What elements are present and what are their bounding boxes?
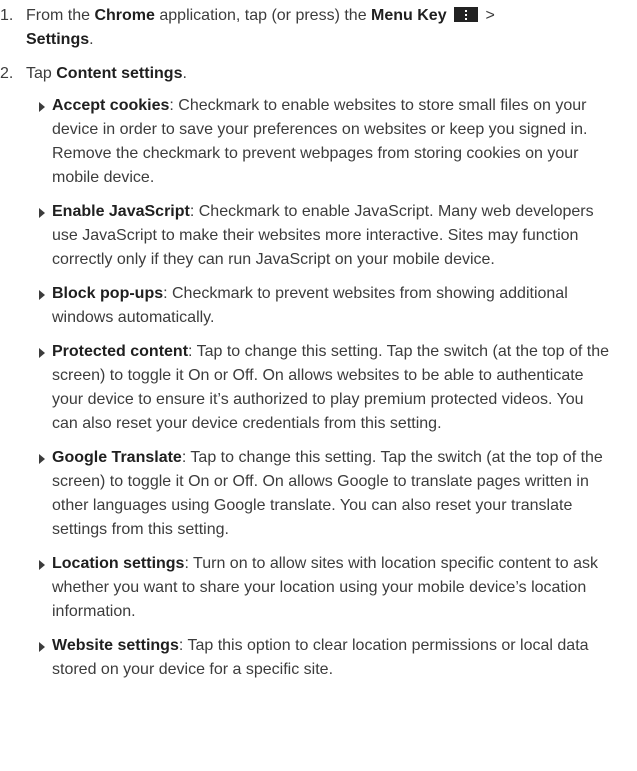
triangle-right-icon [39,454,45,464]
step-2: 2. Tap Content settings. [0,62,637,86]
triangle-right-icon [39,208,45,218]
setting-location-settings: Location settings: Turn on to allow site… [0,552,637,624]
manual-page: 1. From the Chrome application, tap (or … [0,0,637,771]
settings-list: Accept cookies: Checkmark to enable webs… [0,94,637,682]
setting-title: Location settings [52,555,185,572]
chrome-app-label: Chrome [94,7,155,24]
setting-title: Block pop-ups [52,285,164,302]
setting-title: Website settings [52,637,179,654]
setting-accept-cookies: Accept cookies: Checkmark to enable webs… [0,94,637,190]
setting-website-settings: Website settings: Tap this option to cle… [0,634,637,682]
setting-title: Google Translate [52,449,182,466]
setting-enable-javascript: Enable JavaScript: Checkmark to enable J… [0,200,637,272]
triangle-right-icon [39,102,45,112]
step-1: 1. From the Chrome application, tap (or … [0,4,637,52]
setting-protected-content: Protected content: Tap to change this se… [0,340,637,436]
setting-title: Enable JavaScript [52,203,190,220]
step-text-mid: application, tap (or press) the [154,7,372,24]
step-number: 1. [0,7,14,24]
triangle-right-icon [39,290,45,300]
content-settings-label: Content settings [56,65,183,82]
menu-key-label: Menu Key [371,7,447,24]
step-text-prefix: From the [26,7,95,24]
step-number: 2. [0,65,14,82]
triangle-right-icon [39,560,45,570]
step-separator: > [481,7,495,24]
setting-title: Protected content [52,343,189,360]
setting-google-translate: Google Translate: Tap to change this set… [0,446,637,542]
menu-key-icon [454,7,479,22]
setting-title: Accept cookies [52,97,170,114]
triangle-right-icon [39,642,45,652]
settings-label: Settings [26,31,90,48]
setting-block-popups: Block pop-ups: Checkmark to prevent webs… [0,282,637,330]
step-text-suffix: . [89,31,94,48]
step-text-prefix: Tap [26,65,57,82]
triangle-right-icon [39,348,45,358]
step-text-suffix: . [182,65,187,82]
